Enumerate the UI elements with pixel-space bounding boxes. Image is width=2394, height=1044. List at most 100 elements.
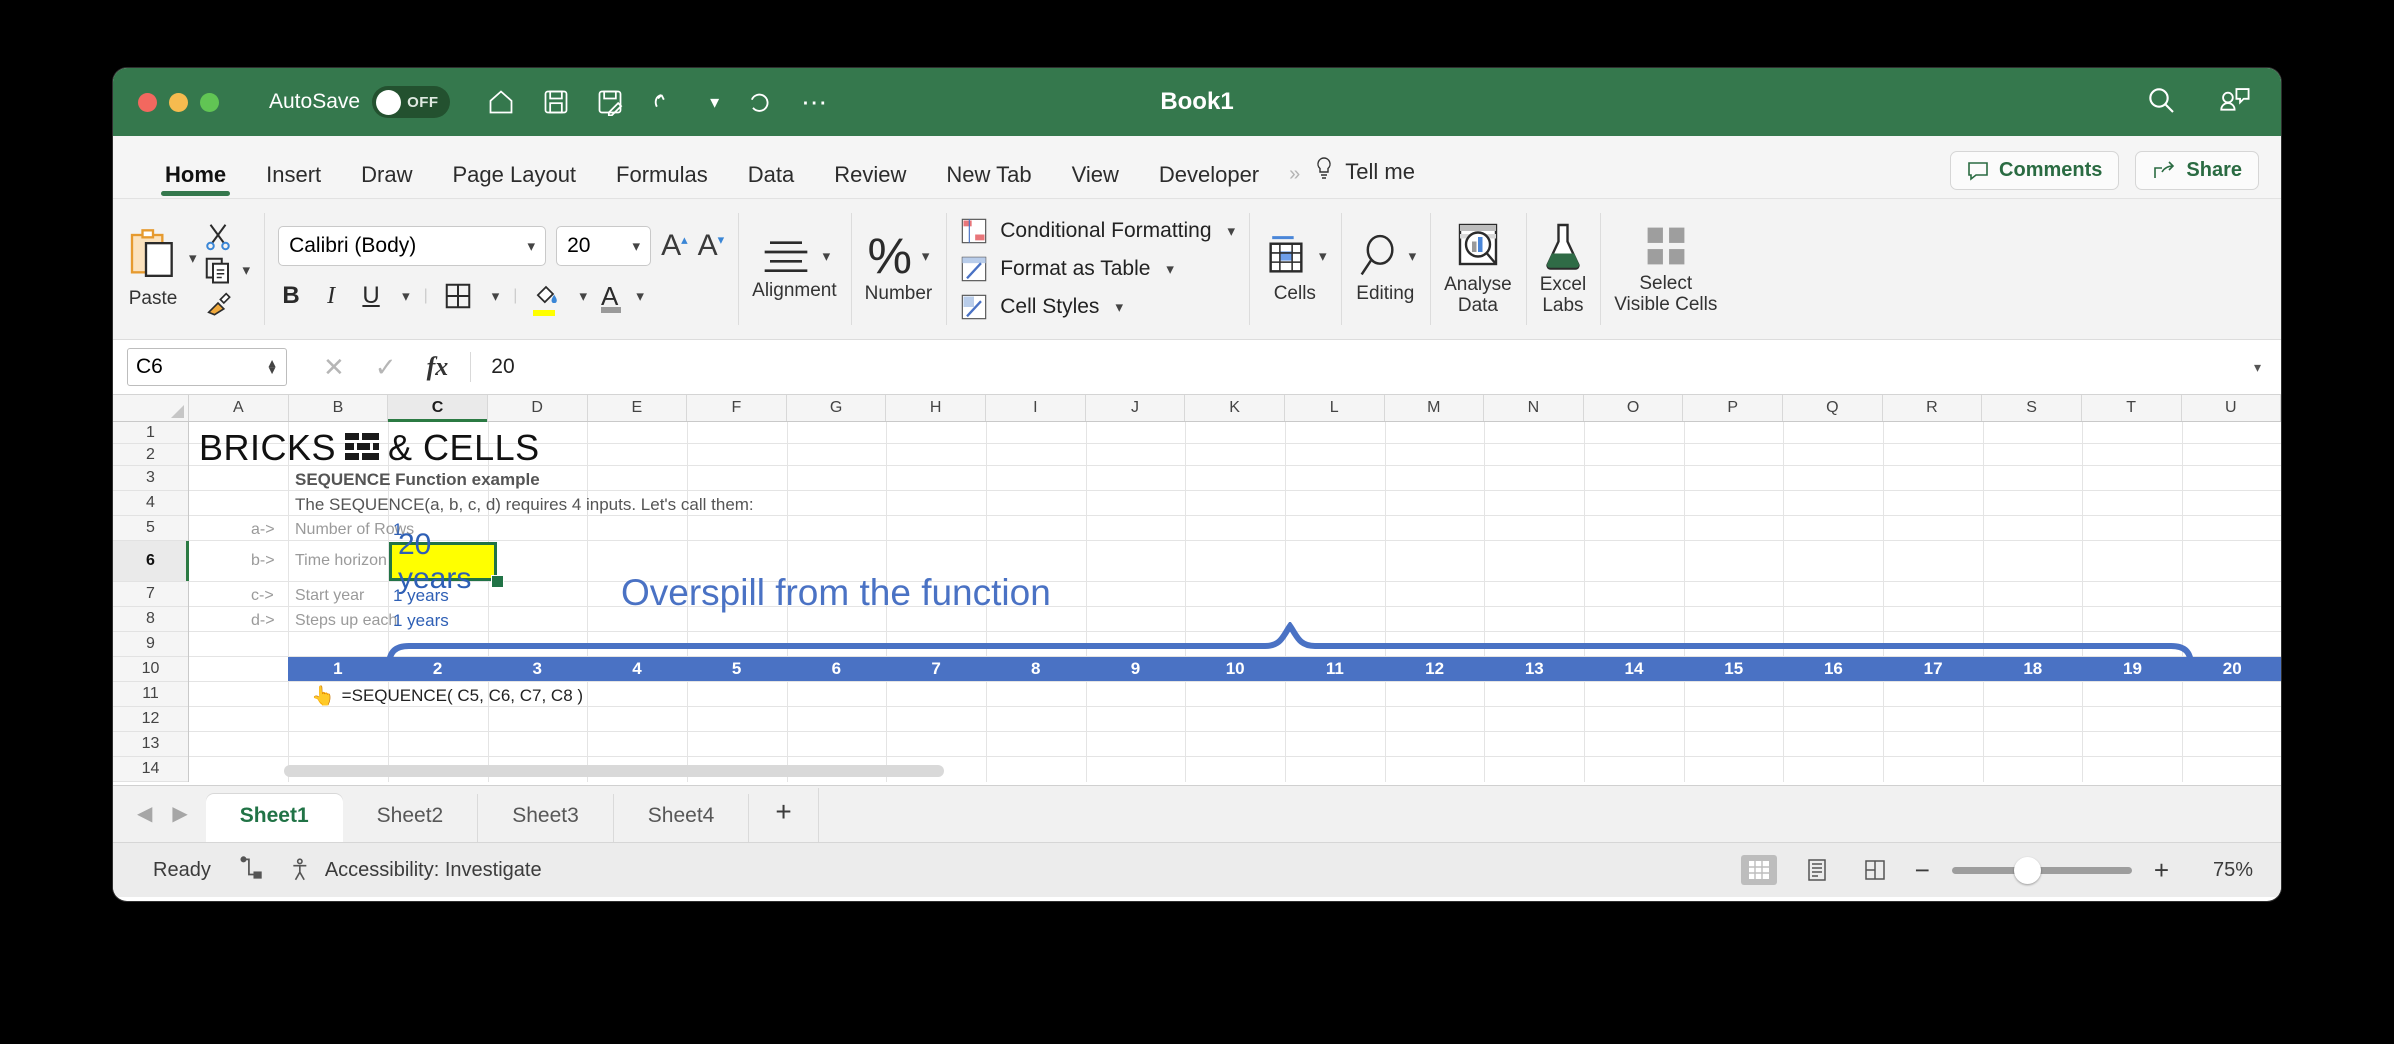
column-header-C[interactable]: C <box>388 395 488 422</box>
ribbon-tab-strip[interactable]: Home Insert Draw Page Layout Formulas Da… <box>113 136 2281 199</box>
column-header-I[interactable]: I <box>986 395 1086 421</box>
borders-dropdown-icon[interactable]: ▾ <box>492 287 500 305</box>
sheet-nav-prev-icon[interactable]: ◀ <box>137 801 152 826</box>
copy-dropdown-icon[interactable]: ▾ <box>243 261 251 279</box>
format-as-table-button[interactable]: Format as Table ▾ <box>960 255 1235 283</box>
more-options-icon[interactable]: ⋯ <box>801 87 829 118</box>
accessibility-status[interactable]: Accessibility: Investigate <box>289 857 542 883</box>
column-header-H[interactable]: H <box>886 395 986 421</box>
selected-cell-C6[interactable]: 20 years <box>389 528 497 595</box>
ribbon-actions[interactable]: Comments Share <box>1950 151 2259 190</box>
fill-color-button[interactable] <box>531 280 561 316</box>
italic-button[interactable]: I <box>318 283 344 310</box>
cells-dropdown-icon[interactable]: ▾ <box>1319 247 1327 265</box>
tab-draw[interactable]: Draw <box>341 162 432 198</box>
formula-input[interactable]: 20 <box>470 352 2254 382</box>
quick-access-toolbar[interactable]: ▾ ⋯ <box>486 87 829 118</box>
search-icon[interactable] <box>2145 84 2177 121</box>
editing-dropdown-icon[interactable]: ▾ <box>1409 247 1417 265</box>
confirm-edit-icon[interactable]: ✓ <box>375 352 397 383</box>
row-header-7[interactable]: 7 <box>113 582 188 607</box>
row-header-8[interactable]: 8 <box>113 607 188 632</box>
tab-review[interactable]: Review <box>814 162 926 198</box>
account-comment-icon[interactable] <box>2217 85 2251 120</box>
sheet-tab-sheet1[interactable]: Sheet1 <box>205 794 343 842</box>
home-icon[interactable] <box>486 88 516 116</box>
tab-developer[interactable]: Developer <box>1139 162 1279 198</box>
page-break-icon[interactable] <box>1857 855 1893 885</box>
chevron-down-icon[interactable]: ▾ <box>1166 260 1174 278</box>
paste-dropdown-icon[interactable]: ▾ <box>189 249 197 267</box>
minimize-button[interactable] <box>169 92 188 112</box>
zoom-in-button[interactable]: + <box>2154 855 2169 886</box>
number-button[interactable]: % ▾ Number <box>865 231 933 304</box>
column-header-R[interactable]: R <box>1882 395 1983 421</box>
fill-color-dropdown-icon[interactable]: ▾ <box>579 287 587 305</box>
tab-data[interactable]: Data <box>728 162 814 198</box>
font-color-dropdown-icon[interactable]: ▾ <box>636 287 644 305</box>
sheet-tab-sheet3[interactable]: Sheet3 <box>478 794 614 842</box>
font-name-input[interactable]: Calibri (Body) ▾ <box>278 225 547 266</box>
column-header-F[interactable]: F <box>687 395 787 421</box>
bold-button[interactable]: B <box>278 282 304 310</box>
column-header-K[interactable]: K <box>1185 395 1285 421</box>
analyse-data-button[interactable]: Analyse Data <box>1444 222 1512 317</box>
chevron-down-icon[interactable]: ▾ <box>1115 298 1123 316</box>
comments-button[interactable]: Comments <box>1950 151 2120 190</box>
row-header-13[interactable]: 13 <box>113 732 188 757</box>
name-box[interactable]: C6 ▲ ▼ <box>127 348 287 386</box>
cell-area[interactable]: BRICKS & CELLS SEQUENCE Function example <box>189 422 2281 782</box>
column-header-T[interactable]: T <box>2081 395 2182 421</box>
column-header-D[interactable]: D <box>487 395 588 421</box>
chevron-down-icon[interactable]: ▾ <box>633 237 641 255</box>
horizontal-scrollbar[interactable] <box>284 765 944 777</box>
row-header-9[interactable]: 9 <box>113 632 188 657</box>
column-header-M[interactable]: M <box>1384 395 1485 421</box>
sheet-tab-sheet2[interactable]: Sheet2 <box>343 794 479 842</box>
row-header-11[interactable]: 11 <box>113 682 188 707</box>
zoom-level[interactable]: 75% <box>2191 859 2253 882</box>
column-header-J[interactable]: J <box>1085 395 1186 421</box>
column-header-S[interactable]: S <box>1982 395 2082 421</box>
cancel-edit-icon[interactable]: ✕ <box>323 352 345 383</box>
close-button[interactable] <box>138 92 157 112</box>
ribbon-overflow-icon[interactable]: » <box>1279 163 1303 198</box>
window-controls[interactable] <box>138 92 219 112</box>
decrease-font-size-icon[interactable]: A▾ <box>698 229 725 263</box>
titlebar-right-icons[interactable] <box>2145 84 2251 121</box>
fill-handle[interactable] <box>491 575 504 588</box>
format-painter-icon[interactable] <box>203 289 233 317</box>
select-visible-cells-button[interactable]: Select Visible Cells <box>1614 223 1717 316</box>
column-header-U[interactable]: U <box>2181 395 2281 421</box>
formula-bar-expand-icon[interactable]: ▾ <box>2254 359 2261 376</box>
zoom-slider-knob[interactable] <box>2013 856 2041 884</box>
column-header-P[interactable]: P <box>1683 395 1783 421</box>
column-header-L[interactable]: L <box>1284 395 1385 421</box>
tell-me-button[interactable]: Tell me <box>1313 156 1415 198</box>
row-header-1[interactable]: 1 <box>113 422 188 444</box>
name-box-stepper[interactable]: ▲ ▼ <box>266 357 278 377</box>
clipboard-small-buttons[interactable]: ▾ <box>203 221 251 317</box>
paste-button[interactable]: Paste <box>127 228 179 309</box>
number-dropdown-icon[interactable]: ▾ <box>922 247 930 265</box>
alignment-dropdown-icon[interactable]: ▾ <box>823 247 831 265</box>
undo-dropdown-icon[interactable]: ▾ <box>710 92 719 113</box>
row-header-10[interactable]: 10 <box>113 657 188 682</box>
tab-home[interactable]: Home <box>145 162 246 198</box>
copy-icon[interactable] <box>203 255 233 285</box>
tab-formulas[interactable]: Formulas <box>596 162 728 198</box>
editing-button[interactable]: ▾ Editing <box>1355 233 1417 304</box>
column-header-B[interactable]: B <box>288 395 389 421</box>
increase-font-size-icon[interactable]: A▴ <box>661 229 688 263</box>
page-layout-icon[interactable] <box>1799 855 1835 885</box>
underline-button[interactable]: U <box>358 282 384 310</box>
column-header-O[interactable]: O <box>1583 395 1684 421</box>
save-icon[interactable] <box>542 88 570 116</box>
add-sheet-button[interactable]: + <box>749 788 819 842</box>
insert-function-icon[interactable]: fx <box>427 352 449 382</box>
autosave-toggle[interactable]: OFF <box>372 86 451 118</box>
tab-page-layout[interactable]: Page Layout <box>433 162 597 198</box>
alignment-button[interactable]: ▾ Alignment <box>752 236 837 301</box>
row-header-2[interactable]: 2 <box>113 444 188 466</box>
row-header-3[interactable]: 3 <box>113 466 188 491</box>
